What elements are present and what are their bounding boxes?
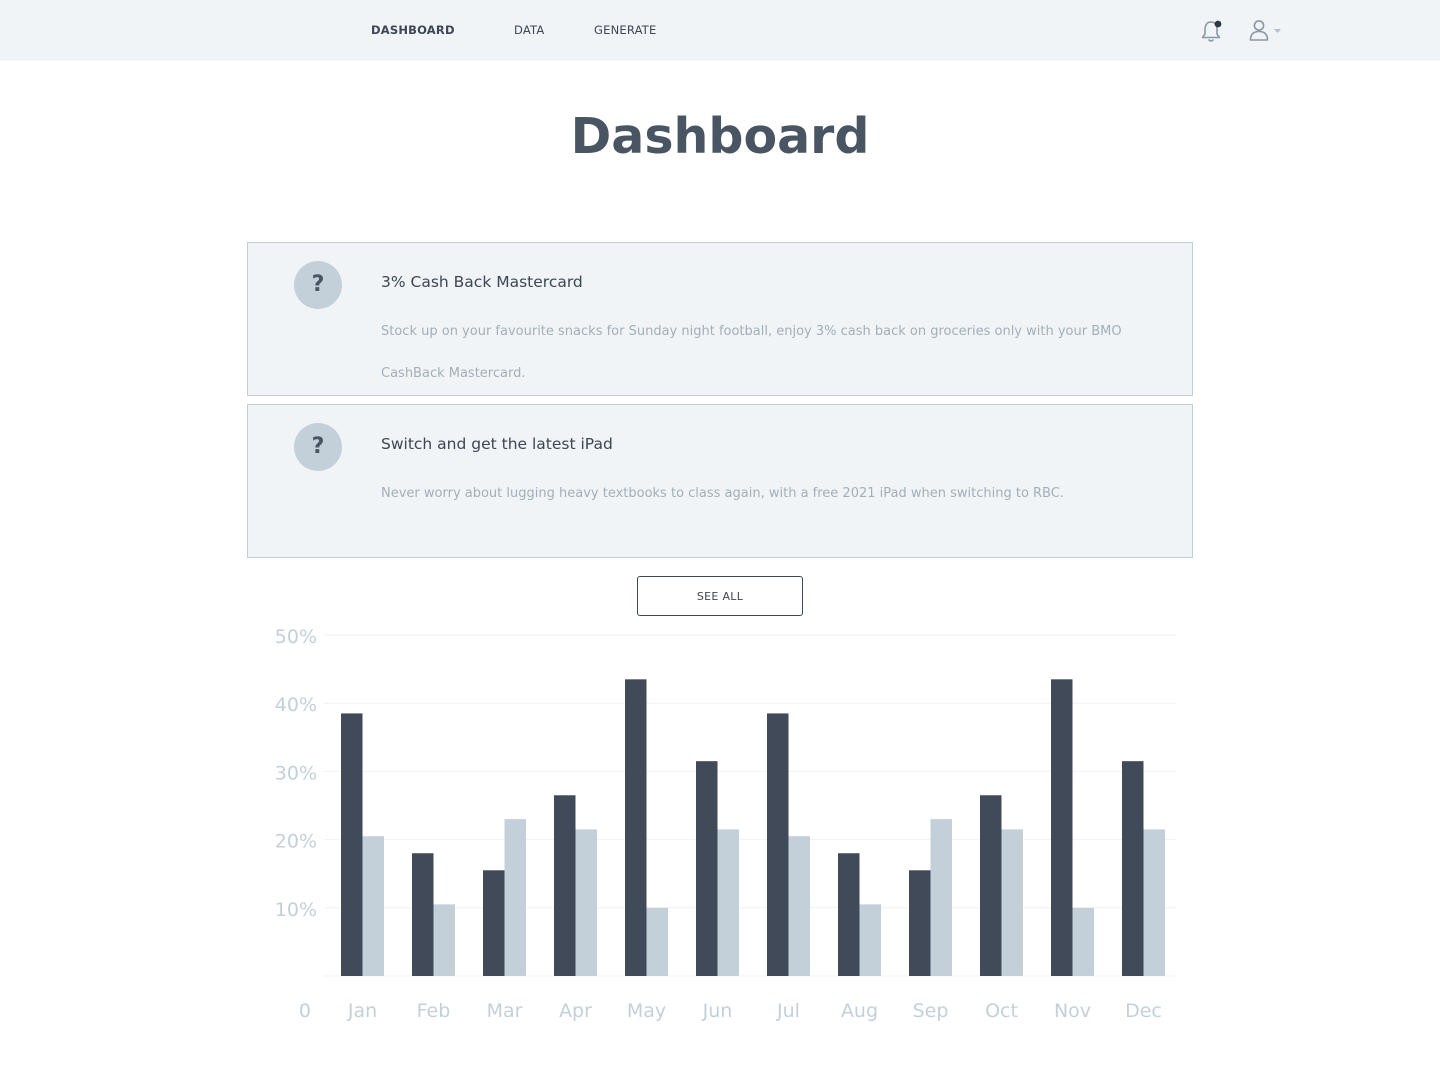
bar-dec-series-2 (1143, 829, 1165, 976)
monthly-bar-chart: 0 10% 20% 30% 40% 50% Jan Feb Mar Apr May Jun Jul Aug… (275, 626, 1176, 1022)
y-tick-label: 30% (275, 762, 317, 784)
nav-data[interactable]: DATA (514, 23, 544, 37)
question-icon: ? (294, 261, 342, 309)
offer-description: Never worry about lugging heavy textbook… (381, 486, 1064, 501)
x-tick-label: May (627, 1000, 666, 1022)
x-tick-label: Dec (1125, 1000, 1162, 1022)
bar-jun-series-1 (696, 761, 718, 976)
x-tick-label: Jul (776, 1000, 800, 1022)
bar-jan-series-2 (362, 836, 384, 976)
bell-icon[interactable] (1200, 18, 1222, 44)
bar-apr-series-2 (575, 829, 597, 976)
user-icon (1249, 20, 1269, 41)
bar-sep-series-2 (930, 819, 952, 976)
y-tick-label: 20% (275, 831, 317, 853)
offer-title: 3% Cash Back Mastercard (381, 273, 583, 291)
bar-jan-series-1 (341, 713, 363, 976)
nav-generate[interactable]: GENERATE (594, 23, 656, 37)
bar-mar-series-1 (483, 870, 505, 976)
bar-mar-series-2 (504, 819, 526, 976)
bar-aug-series-2 (859, 904, 881, 976)
bar-nov-series-1 (1051, 679, 1073, 976)
bar-jul-series-2 (788, 836, 810, 976)
bar-oct-series-2 (1001, 829, 1023, 976)
bar-aug-series-1 (838, 853, 860, 976)
bar-oct-series-1 (980, 795, 1002, 976)
x-tick-label: Jun (702, 1000, 733, 1022)
y-tick-label: 50% (275, 626, 317, 648)
bar-feb-series-1 (412, 853, 434, 976)
x-tick-label: Jan (347, 1000, 377, 1022)
top-nav-bar: DASHBOARD DATA GENERATE (0, 0, 1440, 61)
x-tick-label: Nov (1054, 1000, 1091, 1022)
bar-may-series-2 (646, 907, 668, 976)
y-tick-label: 10% (275, 899, 317, 921)
user-menu[interactable] (1247, 17, 1285, 45)
bar-apr-series-1 (554, 795, 576, 976)
nav-dashboard[interactable]: DASHBOARD (371, 23, 455, 37)
offer-card[interactable]: ? 3% Cash Back Mastercard Stock up on yo… (247, 242, 1193, 396)
x-tick-label: Aug (841, 1000, 878, 1022)
bar-sep-series-1 (909, 870, 931, 976)
bar-nov-series-2 (1072, 907, 1094, 976)
question-icon: ? (294, 423, 342, 471)
page-title: Dashboard (570, 108, 870, 165)
bar-dec-series-1 (1122, 761, 1144, 976)
y-tick-label: 0 (299, 1000, 311, 1022)
x-tick-label: Oct (985, 1000, 1018, 1022)
offer-card[interactable]: ? Switch and get the latest iPad Never w… (247, 404, 1193, 558)
x-tick-label: Mar (487, 1000, 523, 1022)
caret-down-icon (1274, 29, 1281, 33)
offer-title: Switch and get the latest iPad (381, 435, 613, 453)
bar-may-series-1 (625, 679, 647, 976)
x-tick-label: Sep (913, 1000, 949, 1022)
x-tick-label: Feb (417, 1000, 451, 1022)
bar-jul-series-1 (767, 713, 789, 976)
x-tick-label: Apr (559, 1000, 592, 1022)
offer-description: Stock up on your favourite snacks for Su… (381, 324, 1122, 381)
y-tick-label: 40% (275, 694, 317, 716)
see-all-button[interactable]: SEE ALL (637, 576, 803, 616)
bar-jun-series-2 (717, 829, 739, 976)
bar-feb-series-2 (433, 904, 455, 976)
